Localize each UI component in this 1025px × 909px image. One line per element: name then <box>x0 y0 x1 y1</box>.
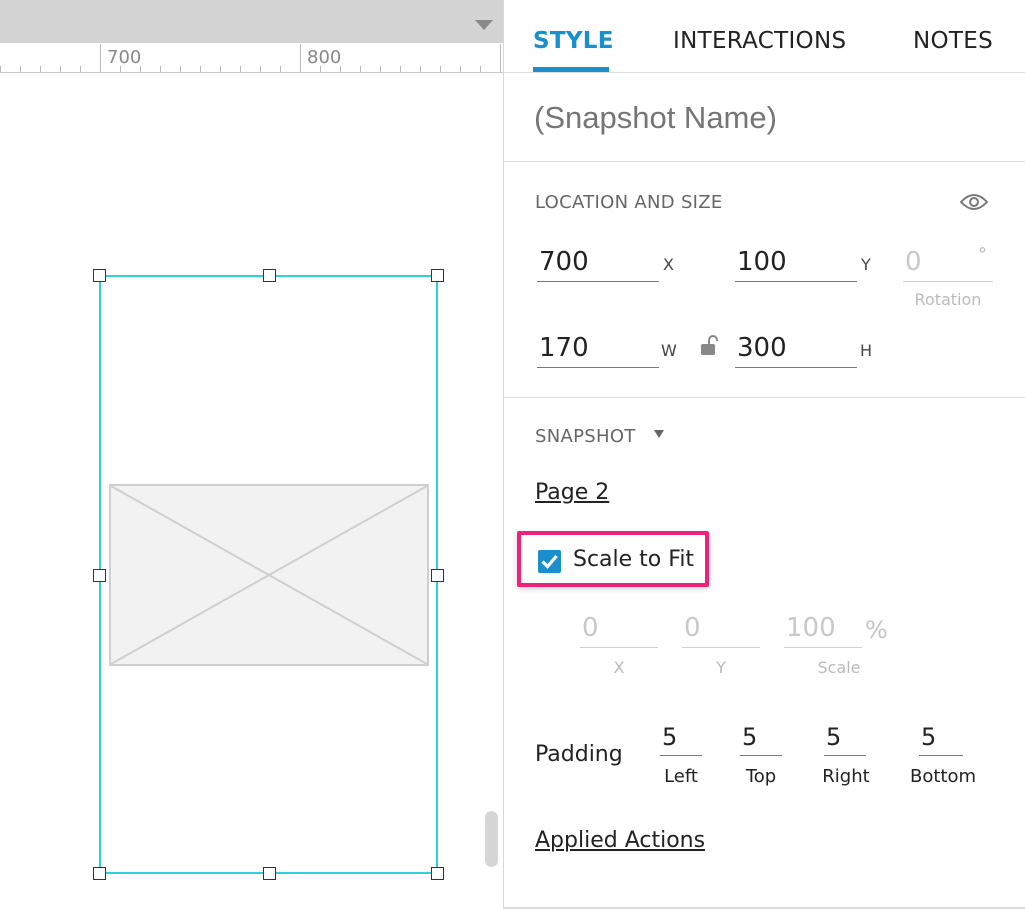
padding-bottom-label: Bottom <box>909 766 977 787</box>
style-panel: STYLE INTERACTIONS NOTES LOCATION AND SI… <box>504 0 1025 909</box>
h-label: H <box>860 341 873 360</box>
padding-right-input[interactable]: 5 <box>824 722 866 756</box>
resize-handle-right[interactable] <box>431 569 444 582</box>
width-input[interactable]: 170 <box>537 332 659 368</box>
percent-symbol: % <box>865 616 888 644</box>
ruler-tick <box>0 66 1 72</box>
resize-handle-bottom-left[interactable] <box>93 867 106 880</box>
ruler-tick <box>60 66 61 72</box>
y-label: Y <box>861 255 871 274</box>
canvas-top-strip <box>0 0 504 43</box>
ruler-label-700: 700 <box>107 47 142 68</box>
ruler-tick <box>500 44 501 72</box>
checkmark-icon <box>541 554 558 569</box>
tab-interactions[interactable]: INTERACTIONS <box>673 28 846 54</box>
padding-right-label: Right <box>822 766 870 787</box>
scale-to-fit-label[interactable]: Scale to Fit <box>573 547 694 572</box>
padding-top-label: Top <box>745 766 777 787</box>
tab-notes[interactable]: NOTES <box>913 28 993 54</box>
ruler-tick <box>400 66 401 72</box>
eye-icon[interactable] <box>959 192 989 212</box>
ruler-tick <box>260 66 261 72</box>
padding-bottom-input[interactable]: 5 <box>919 722 963 756</box>
snapshot-name-input[interactable] <box>534 100 994 136</box>
y-input[interactable]: 100 <box>735 246 857 282</box>
location-size-heading: LOCATION AND SIZE <box>535 192 723 213</box>
resize-handle-left[interactable] <box>93 569 106 582</box>
unlocked-padlock-icon[interactable] <box>700 334 718 356</box>
w-label: W <box>661 341 677 360</box>
vertical-scrollbar[interactable] <box>485 811 498 867</box>
ruler-tick <box>460 66 461 72</box>
ruler-tick <box>40 66 41 72</box>
selection-frame[interactable] <box>99 275 438 874</box>
ruler-tick <box>80 66 81 72</box>
scale-to-fit-highlight: Scale to Fit <box>517 531 709 587</box>
padding-label: Padding <box>535 742 623 767</box>
ruler-tick <box>240 66 241 72</box>
resize-handle-top-right[interactable] <box>431 269 444 282</box>
offset-x-input[interactable]: 0 <box>580 612 658 648</box>
tab-style[interactable]: STYLE <box>533 28 614 54</box>
applied-actions-link[interactable]: Applied Actions <box>535 828 705 853</box>
section-divider <box>504 161 1025 162</box>
triangle-down-icon[interactable] <box>475 20 493 30</box>
x-label: X <box>663 255 674 274</box>
scale-to-fit-checkbox[interactable] <box>538 550 561 573</box>
section-divider <box>504 397 1025 398</box>
ruler-tick <box>160 66 161 72</box>
padding-left-label: Left <box>664 766 698 787</box>
resize-handle-bottom-right[interactable] <box>431 867 444 880</box>
snapshot-heading[interactable]: SNAPSHOT <box>535 426 636 447</box>
resize-handle-bottom[interactable] <box>263 867 276 880</box>
padding-left-input[interactable]: 5 <box>660 722 702 756</box>
offset-y-label: Y <box>716 658 726 677</box>
ruler-tick <box>360 66 361 72</box>
active-tab-indicator <box>533 67 609 72</box>
ruler-tick <box>20 66 21 72</box>
ruler-tick <box>100 44 101 72</box>
ruler-tick <box>180 66 181 72</box>
canvas-area[interactable]: 700 800 <box>0 0 504 909</box>
offset-y-input[interactable]: 0 <box>682 612 760 648</box>
scale-input[interactable]: 100 <box>784 612 862 648</box>
padding-top-input[interactable]: 5 <box>740 722 782 756</box>
page-link[interactable]: Page 2 <box>535 480 609 505</box>
ruler-tick <box>380 66 381 72</box>
horizontal-ruler: 700 800 <box>0 43 504 73</box>
rotation-label: Rotation <box>914 290 982 309</box>
ruler-tick <box>440 66 441 72</box>
ruler-tick <box>280 66 281 72</box>
panel-tabs: STYLE INTERACTIONS NOTES <box>504 0 1025 73</box>
degree-symbol: ° <box>978 244 987 265</box>
resize-handle-top[interactable] <box>263 269 276 282</box>
ruler-tick <box>480 66 481 72</box>
height-input[interactable]: 300 <box>735 332 857 368</box>
ruler-tick <box>220 66 221 72</box>
ruler-tick <box>420 66 421 72</box>
resize-handle-top-left[interactable] <box>93 269 106 282</box>
offset-x-label: X <box>613 658 625 677</box>
ruler-label-800: 800 <box>307 47 342 68</box>
x-input[interactable]: 700 <box>537 246 659 282</box>
chevron-down-icon[interactable] <box>654 430 664 438</box>
scale-label: Scale <box>817 658 861 677</box>
ruler-tick <box>300 44 301 72</box>
ruler-tick <box>200 66 201 72</box>
